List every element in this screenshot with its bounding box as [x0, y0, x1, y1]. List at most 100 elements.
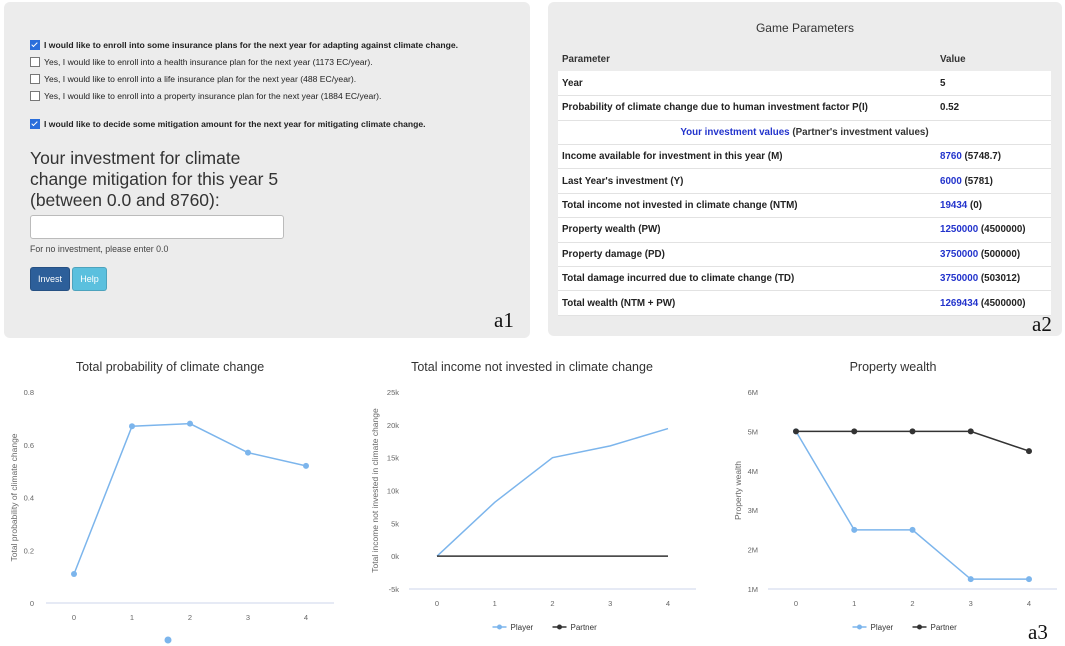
param-value: 0.52	[936, 95, 1051, 121]
enroll-insurance-checkbox[interactable]	[30, 40, 40, 50]
health-insurance-label: Yes, I would like to enroll into a healt…	[44, 57, 373, 67]
x-tick-label: 2	[910, 599, 914, 608]
life-insurance-option[interactable]: Yes, I would like to enroll into a life …	[30, 74, 356, 84]
param-value: 5	[936, 71, 1051, 97]
y-tick-label: 5k	[391, 519, 399, 528]
y-tick-label: 6M	[748, 388, 758, 397]
y-axis-label: Total probability of climate change	[9, 433, 19, 561]
invest-button[interactable]: Invest	[30, 267, 70, 291]
series-line	[73, 422, 307, 575]
game-parameters-table: Parameter Value Year 5 Probability of cl…	[558, 47, 1051, 316]
mitigation-option[interactable]: I would like to decide some mitigation a…	[30, 119, 426, 129]
partner-value: (0)	[969, 200, 982, 212]
legend-marker	[164, 636, 172, 644]
param-name: Last Year's investment (Y)	[558, 168, 936, 194]
property-wealth-chart: Property wealth Property wealth 1M 2M 3M 4M 5M…	[733, 360, 1057, 632]
partner-value: (500000)	[980, 248, 1021, 260]
help-button[interactable]: Help	[72, 267, 107, 291]
x-tick-label: 3	[608, 599, 612, 608]
figure-label-a1: a1	[494, 308, 514, 332]
income-not-invested-chart: Total income not invested in climate cha…	[370, 360, 696, 632]
enroll-insurance-label: I would like to enroll into some insuran…	[44, 40, 459, 50]
value-column-header: Value	[936, 47, 1051, 72]
y-tick-label: 0.8	[24, 388, 34, 397]
chart-title: Property wealth	[850, 360, 937, 374]
table-row: Total income not invested in climate cha…	[558, 193, 1051, 219]
x-tick-label: 1	[852, 599, 856, 608]
table-row: Probability of climate change due to hum…	[558, 95, 1051, 121]
data-point	[129, 423, 135, 430]
y-tick-label: 15k	[387, 454, 399, 463]
y-tick-label: 2M	[748, 546, 758, 555]
param-name: Total wealth (NTM + PW)	[558, 290, 936, 316]
y-axis-label: Total income not invested in climate cha…	[370, 408, 380, 573]
health-insurance-checkbox[interactable]	[30, 57, 40, 67]
x-tick-label: 0	[794, 599, 798, 608]
param-name: Total damage incurred due to climate cha…	[558, 266, 936, 292]
x-tick-label: 0	[435, 599, 439, 608]
data-point	[851, 526, 858, 533]
figure-label-a3: a3	[1028, 620, 1048, 644]
player-value: 1269434	[940, 297, 979, 309]
y-tick-label: 0	[30, 599, 34, 608]
health-insurance-option[interactable]: Yes, I would like to enroll into a healt…	[30, 57, 373, 67]
param-name: Property damage (PD)	[558, 242, 936, 268]
data-point	[967, 576, 974, 583]
series-line	[795, 431, 1029, 580]
player-value: 1250000	[940, 224, 979, 236]
property-insurance-option[interactable]: Yes, I would like to enroll into a prope…	[30, 91, 381, 101]
param-name: Probability of climate change due to hum…	[558, 95, 936, 121]
investment-values-subheader: Your investment values (Partner's invest…	[558, 120, 1051, 146]
partner-value: (503012)	[980, 273, 1021, 285]
legend-label: Partner	[571, 623, 598, 632]
data-point	[187, 420, 193, 427]
chart-title: Total income not invested in climate cha…	[411, 360, 653, 374]
mitigation-label: I would like to decide some mitigation a…	[44, 119, 426, 129]
y-tick-label: 0.6	[24, 441, 34, 450]
mitigation-checkbox[interactable]	[30, 119, 40, 129]
x-tick-label: 4	[304, 613, 308, 622]
parameter-column-header: Parameter	[558, 47, 936, 72]
data-point	[71, 570, 77, 577]
table-header-row: Parameter Value	[558, 47, 1051, 72]
y-tick-label: 25k	[387, 388, 399, 397]
partner-value: (4500000)	[980, 224, 1026, 236]
legend-label: Player	[511, 623, 534, 632]
y-tick-label: 1M	[748, 585, 758, 594]
legend-marker	[917, 624, 922, 630]
table-row: Total damage incurred due to climate cha…	[558, 266, 1051, 292]
y-tick-label: 20k	[387, 421, 399, 430]
life-insurance-label: Yes, I would like to enroll into a life …	[44, 74, 357, 84]
x-tick-label: 2	[550, 599, 554, 608]
probability-chart: Total probability of climate change Total…	[9, 360, 334, 644]
y-tick-label: 3M	[748, 506, 758, 515]
partner-value: (4500000)	[980, 297, 1026, 309]
partner-investment-values-label: (Partner's investment values)	[792, 126, 929, 138]
property-insurance-checkbox[interactable]	[30, 91, 40, 101]
x-tick-label: 1	[130, 613, 134, 622]
param-name: Income available for investment in this …	[558, 144, 936, 170]
x-tick-label: 1	[493, 599, 497, 608]
partner-value: (5748.7)	[964, 151, 1002, 163]
investment-form-panel: I would like to enroll into some insuran…	[4, 2, 530, 338]
legend-marker	[557, 624, 562, 630]
figure-label-a2: a2	[1032, 312, 1052, 336]
investment-input[interactable]	[30, 215, 284, 239]
x-tick-label: 0	[72, 613, 76, 622]
life-insurance-checkbox[interactable]	[30, 74, 40, 84]
investment-hint: For no investment, please enter 0.0	[30, 244, 169, 254]
player-value: 3750000	[940, 273, 979, 285]
data-point	[851, 428, 858, 435]
x-tick-label: 2	[188, 613, 192, 622]
y-tick-label: 5M	[748, 427, 758, 436]
table-row: Property damage (PD) 3750000 (500000)	[558, 242, 1051, 268]
data-point	[1026, 448, 1032, 455]
enroll-insurance-option[interactable]: I would like to enroll into some insuran…	[30, 40, 458, 50]
player-value: 6000	[940, 175, 962, 187]
x-tick-label: 4	[1027, 599, 1031, 608]
table-row: Year 5	[558, 71, 1051, 97]
y-axis-label: Property wealth	[733, 461, 743, 520]
charts-area: Total probability of climate change Total…	[9, 360, 1057, 644]
data-point	[909, 526, 916, 533]
y-tick-label: 0k	[391, 552, 399, 561]
